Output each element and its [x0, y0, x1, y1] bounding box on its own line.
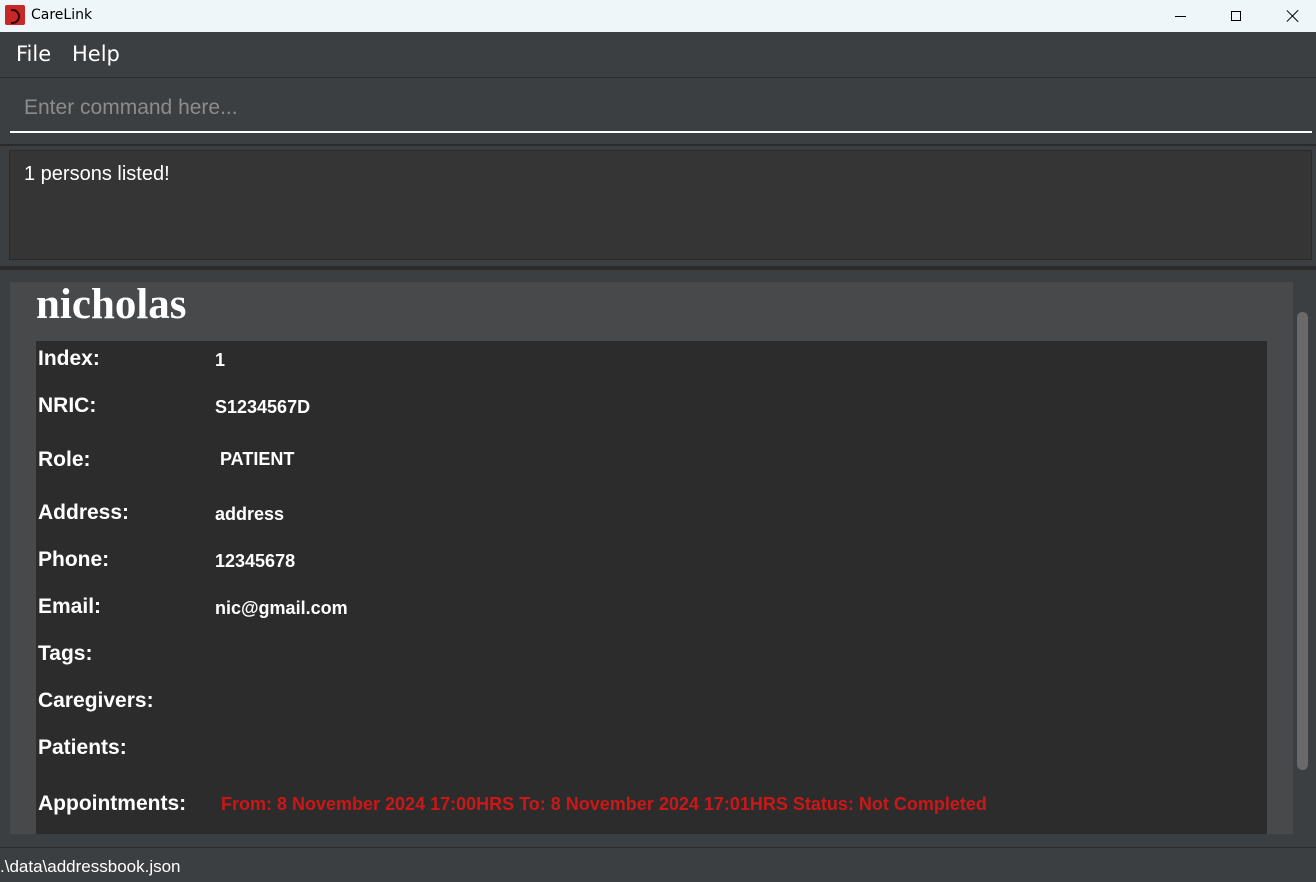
field-label-index: Index: [38, 347, 100, 370]
field-label-nric: NRIC: [38, 394, 97, 417]
close-button[interactable] [1270, 0, 1316, 32]
scrollbar-thumb[interactable] [1297, 312, 1308, 770]
close-icon [1286, 9, 1300, 23]
field-label-phone: Phone: [38, 548, 110, 571]
person-details: Index: 1 NRIC: S1234567D Role: PATIENT A… [36, 341, 1267, 834]
menu-bar: File Help [0, 32, 1316, 78]
field-label-patients: Patients: [38, 736, 127, 759]
person-list-panel[interactable]: nicholas Index: 1 NRIC: S1234567D Role: … [0, 270, 1316, 846]
minimize-button[interactable] [1157, 0, 1203, 32]
field-value-address: address [215, 504, 285, 524]
appointment-entry: From: 8 November 2024 17:00HRS To: 8 Nov… [221, 794, 987, 814]
maximize-button[interactable] [1213, 0, 1259, 32]
field-label-appointments: Appointments: [38, 792, 187, 815]
field-value-nric: S1234567D [215, 397, 311, 417]
command-area [0, 78, 1316, 146]
window-title: CareLink [31, 7, 93, 23]
command-input[interactable] [10, 85, 1312, 133]
field-label-address: Address: [38, 501, 130, 524]
status-bar: .\data\addressbook.json [0, 847, 1316, 882]
field-value-phone: 12345678 [215, 551, 296, 571]
maximize-icon [1231, 11, 1241, 21]
field-value-email: nic@gmail.com [215, 598, 348, 618]
app-logo-icon [5, 5, 25, 25]
field-label-role: Role: [38, 448, 91, 471]
field-value-index: 1 [215, 350, 226, 370]
field-label-caregivers: Caregivers: [38, 689, 154, 712]
menu-file[interactable]: File [16, 42, 51, 66]
title-bar: CareLink [0, 0, 1316, 32]
field-label-email: Email: [38, 595, 102, 618]
field-value-role: PATIENT [215, 449, 295, 469]
save-location-path: .\data\addressbook.json [0, 857, 181, 876]
field-label-tags: Tags: [38, 642, 93, 665]
minimize-icon [1174, 15, 1186, 17]
result-display[interactable]: 1 persons listed! [9, 150, 1312, 260]
person-name: nicholas [36, 282, 187, 328]
person-card[interactable]: nicholas Index: 1 NRIC: S1234567D Role: … [10, 282, 1293, 834]
result-message: 1 persons listed! [24, 163, 170, 185]
menu-help[interactable]: Help [72, 42, 120, 66]
